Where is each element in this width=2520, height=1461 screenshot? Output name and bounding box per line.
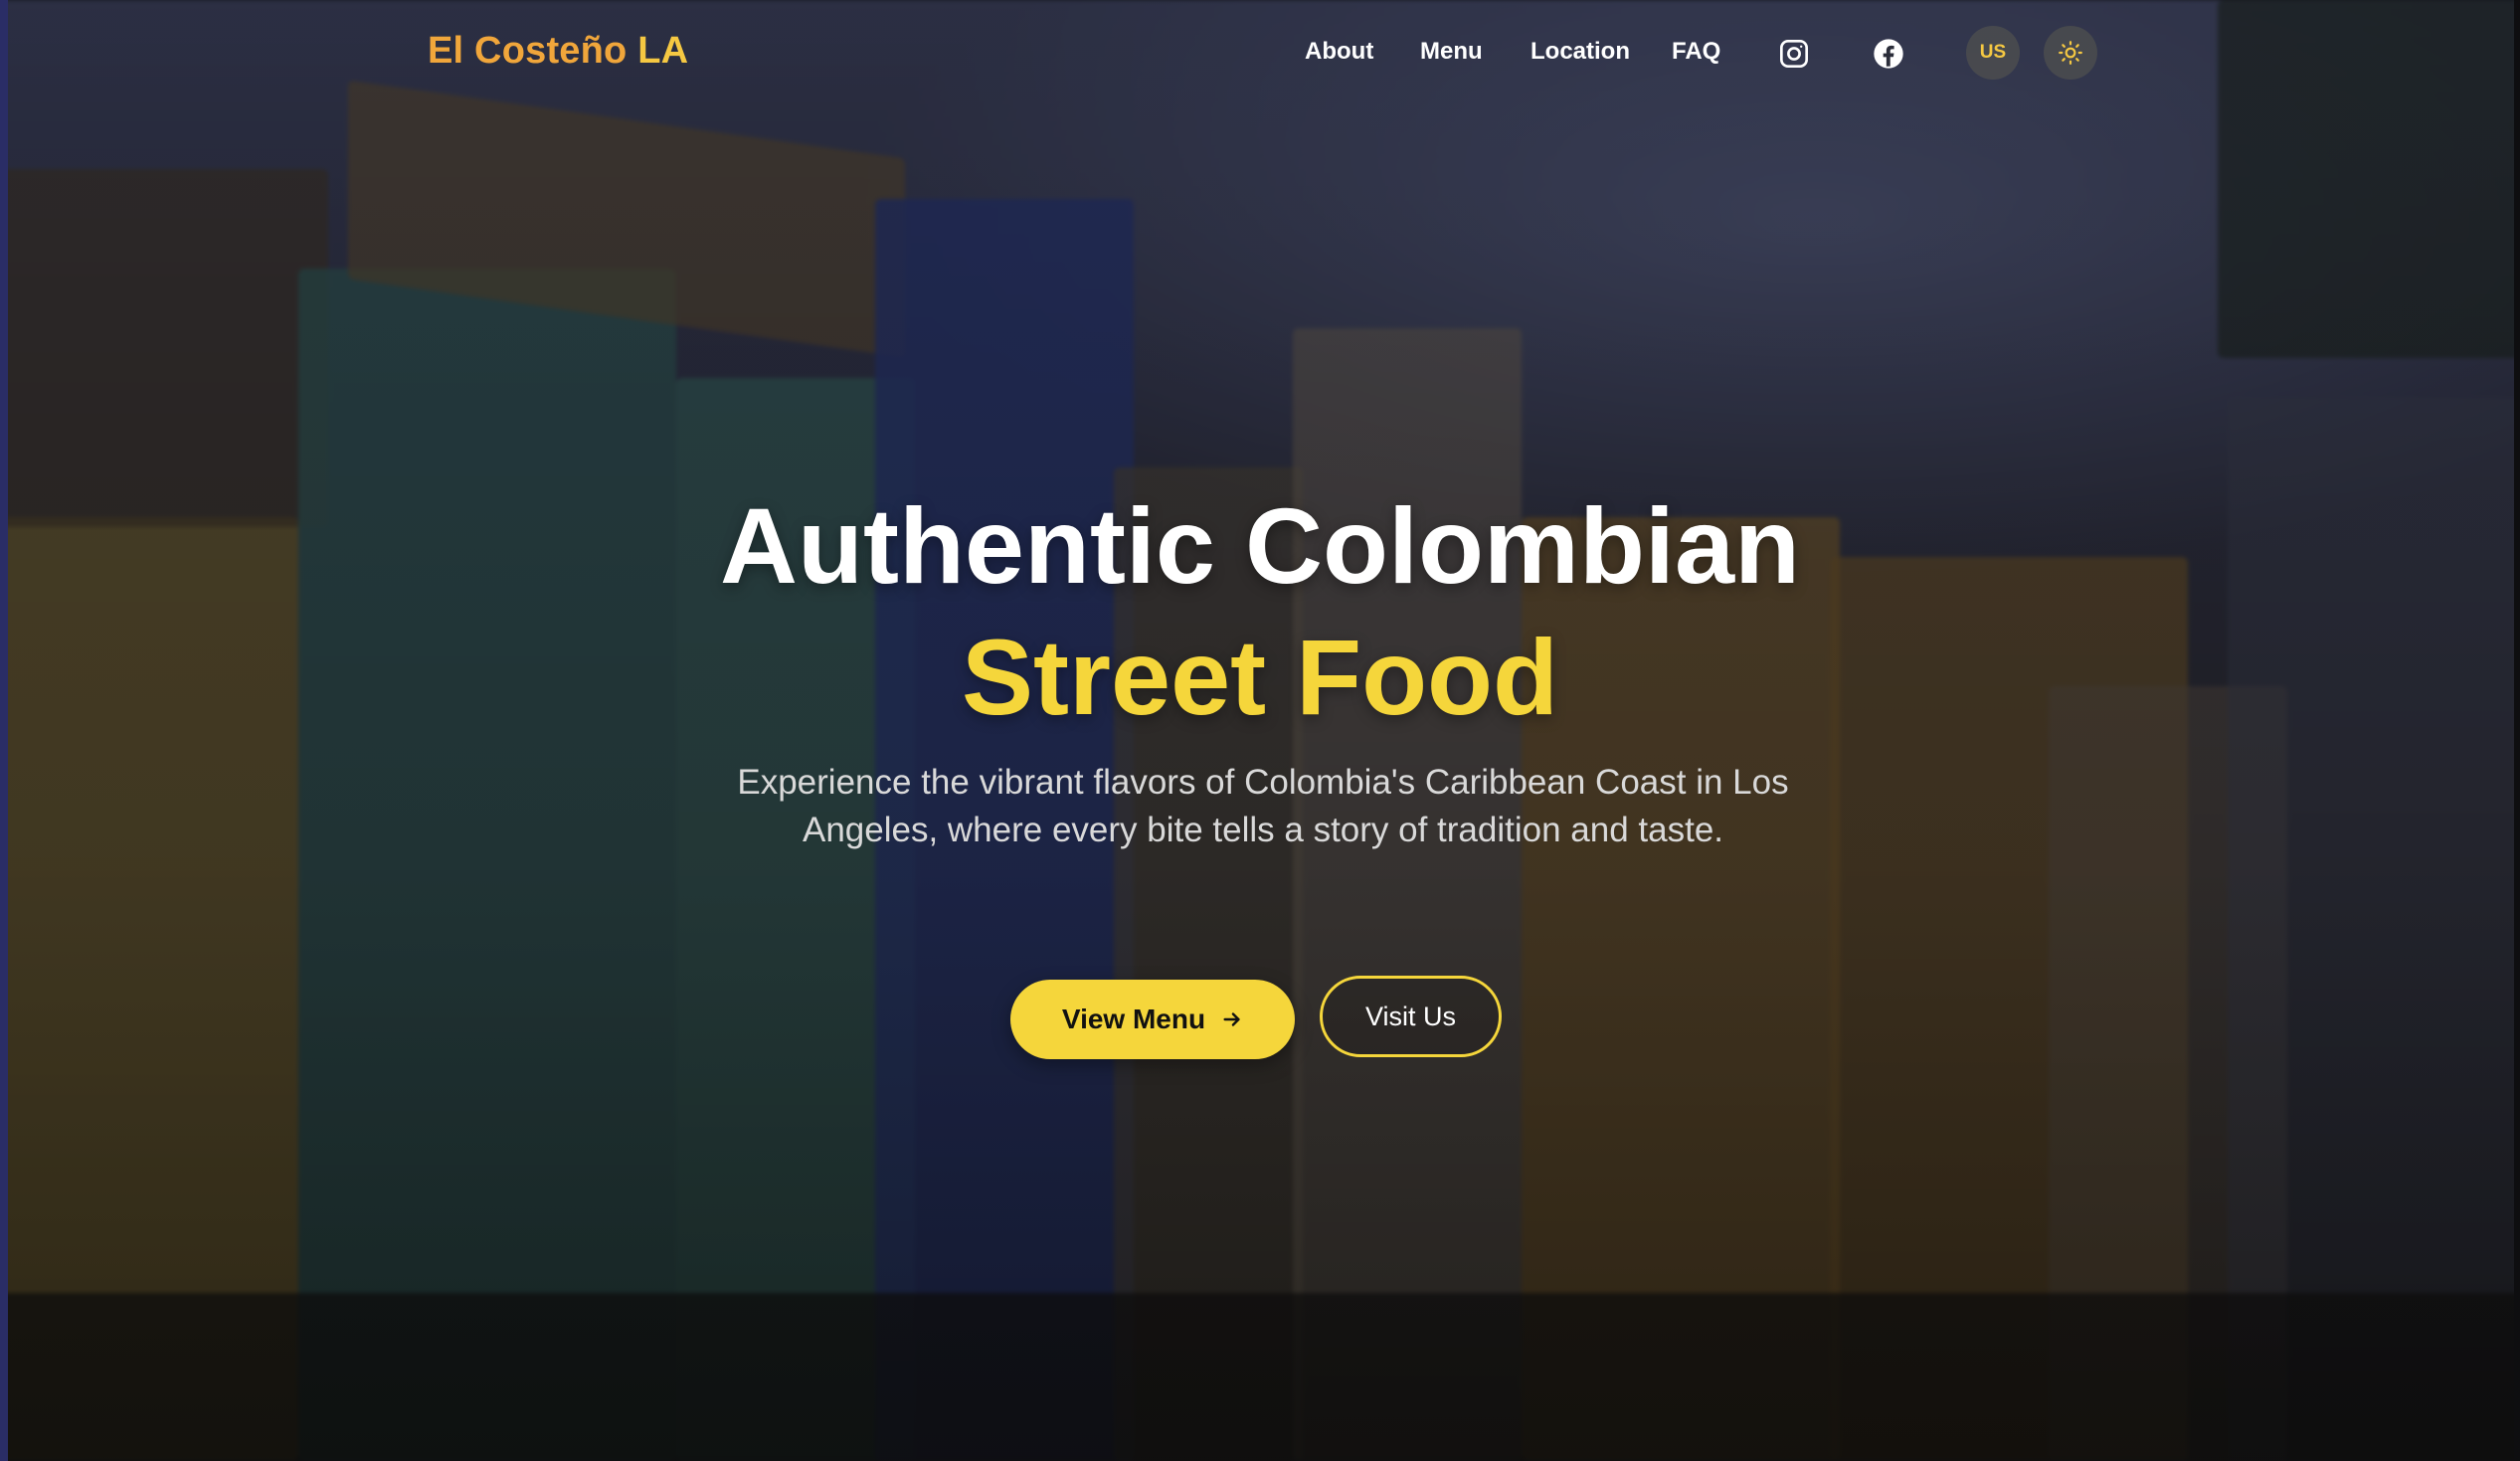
brand-logo[interactable]: El Costeño LA bbox=[428, 30, 688, 73]
language-toggle-button[interactable]: US bbox=[1966, 26, 2020, 80]
hero-title-line2: Street Food bbox=[961, 617, 1558, 737]
language-label: US bbox=[1979, 42, 2007, 63]
view-menu-button[interactable]: View Menu bbox=[1010, 980, 1295, 1059]
arrow-right-icon bbox=[1221, 1008, 1243, 1030]
theme-toggle-button[interactable] bbox=[2044, 26, 2097, 80]
brand-suffix: LA bbox=[637, 30, 689, 72]
nav-about-link[interactable]: About bbox=[1305, 38, 1373, 66]
facebook-link[interactable] bbox=[1871, 36, 1906, 72]
brand-name: El Costeño bbox=[428, 30, 628, 72]
hero-subtitle: Experience the vibrant flavors of Colomb… bbox=[737, 763, 1789, 849]
hero-title-line1: Authentic Colombian bbox=[720, 485, 1800, 606]
visit-us-button[interactable]: Visit Us bbox=[1320, 976, 1502, 1057]
nav-faq-link[interactable]: FAQ bbox=[1672, 38, 1720, 66]
instagram-icon bbox=[1780, 40, 1808, 68]
instagram-link[interactable] bbox=[1776, 36, 1812, 72]
nav-location-link[interactable]: Location bbox=[1530, 38, 1630, 66]
view-menu-label: View Menu bbox=[1061, 1004, 1206, 1034]
sun-icon bbox=[2059, 41, 2082, 65]
nav-menu-link[interactable]: Menu bbox=[1420, 38, 1483, 66]
visit-us-label: Visit Us bbox=[1364, 1001, 1457, 1031]
facebook-icon bbox=[1874, 39, 1903, 69]
